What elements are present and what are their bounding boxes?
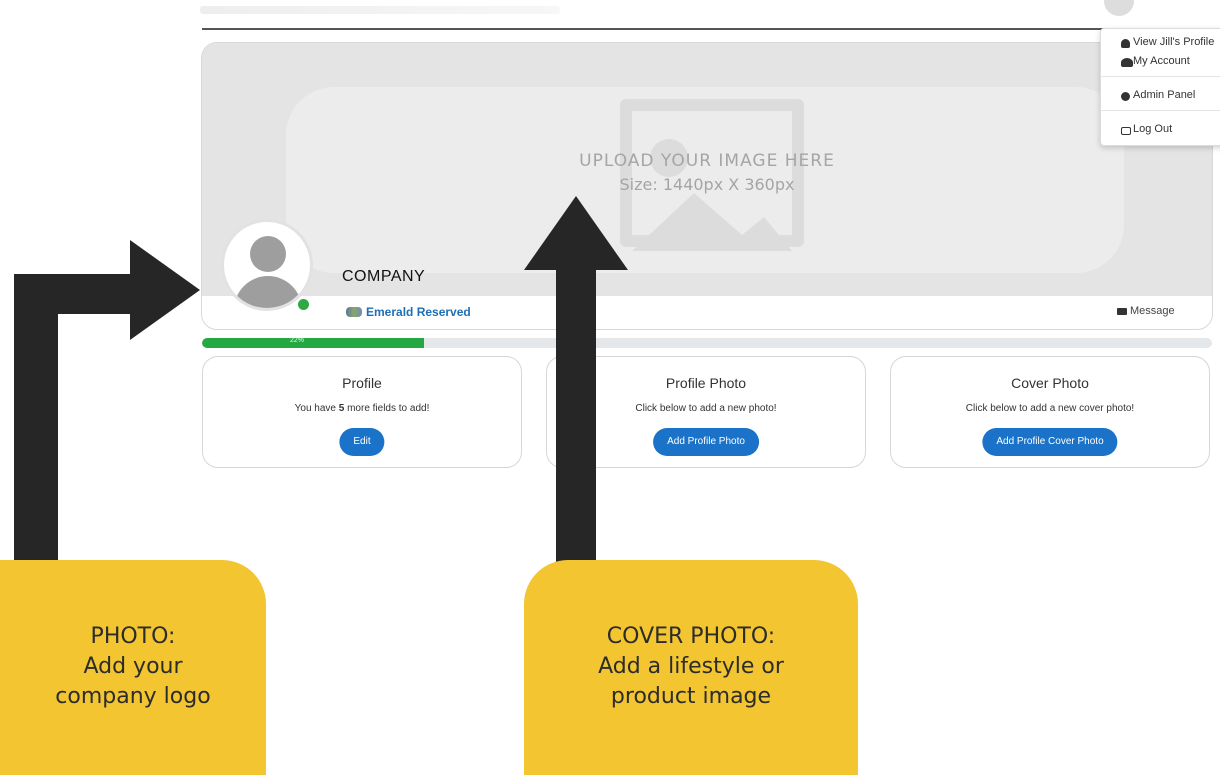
photo-callout-line2: Add your	[83, 654, 183, 679]
cover-arrow	[524, 196, 628, 600]
cover-callout-line3: product image	[610, 684, 772, 709]
photo-callout-line1: PHOTO:	[90, 624, 176, 649]
photo-callout: PHOTO: Add your company logo	[0, 560, 266, 775]
cover-callout-line2: Add a lifestyle or	[598, 654, 784, 679]
photo-callout-line3: company logo	[55, 684, 211, 709]
cover-callout: COVER PHOTO: Add a lifestyle or product …	[524, 560, 858, 775]
photo-arrow	[14, 240, 200, 600]
cover-callout-line1: COVER PHOTO:	[606, 624, 776, 649]
